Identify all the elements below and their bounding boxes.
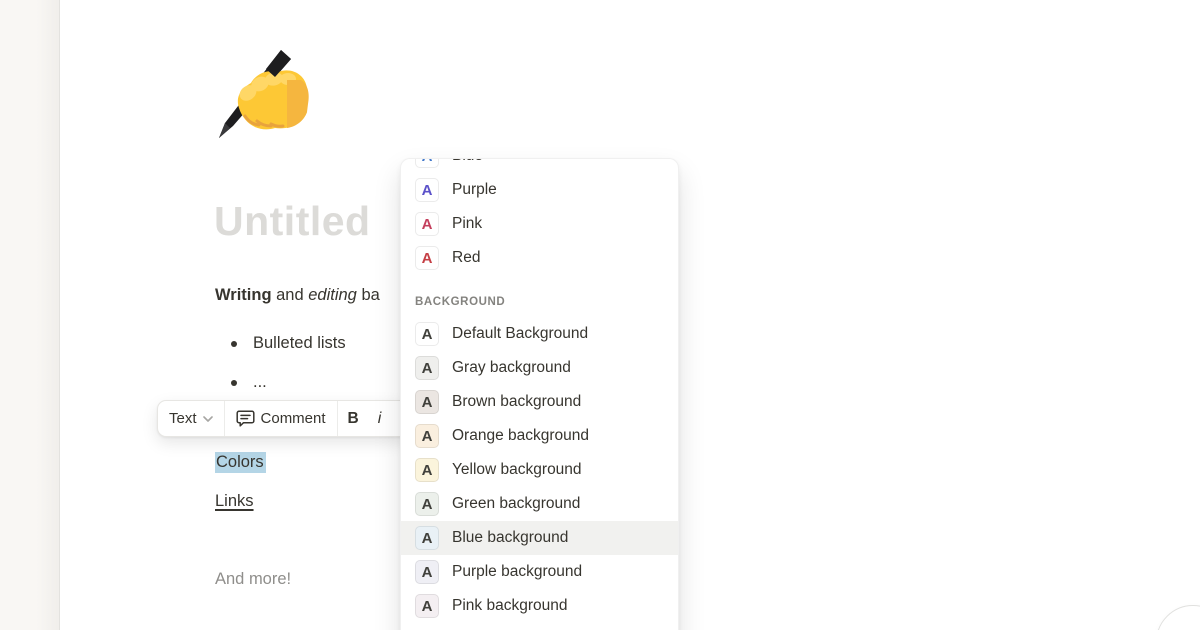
dropdown-item-label: Blue background (452, 529, 568, 547)
dropdown-item-label: Orange background (452, 427, 589, 445)
dropdown-item[interactable]: A Green background (401, 487, 678, 521)
page-title-placeholder[interactable]: Untitled (214, 198, 371, 245)
help-button[interactable] (1156, 605, 1200, 630)
links-text-line: Links (215, 492, 254, 511)
color-chip-icon: A (415, 178, 439, 202)
list-item-label: Bulleted lists (253, 334, 346, 353)
dropdown-item-label: Red (452, 249, 480, 267)
list-item-label: ... (253, 373, 267, 392)
background-section-header: BACKGROUND (415, 296, 664, 308)
dropdown-item[interactable]: A Gray background (401, 351, 678, 385)
text-button-label: Text (169, 410, 197, 427)
dropdown-item[interactable]: A Brown background (401, 385, 678, 419)
bullet-dot-icon (231, 341, 237, 347)
color-chip-icon: A (415, 492, 439, 516)
comment-bubble-icon (236, 409, 255, 428)
turn-into-text-button[interactable]: Text (158, 401, 224, 436)
dropdown-item-label: Green background (452, 495, 580, 513)
color-chip-icon: A (415, 390, 439, 414)
dropdown-item[interactable]: A Purple (401, 173, 678, 207)
plain-word-clipped: ba (357, 286, 380, 304)
chevron-down-icon (203, 416, 213, 422)
page-icon-writing-hand-emoji[interactable] (211, 46, 315, 144)
selected-text-highlight: Colors (215, 452, 266, 473)
color-chip-icon: A (415, 424, 439, 448)
background-color-list: A Default Background A Gray background A… (401, 317, 678, 623)
color-menu-dropdown: A Blue A Purple A Pink A Red BACKGROUND … (400, 158, 679, 630)
color-chip-icon: A (415, 246, 439, 270)
dropdown-item[interactable]: A Blue (401, 158, 678, 173)
sidebar[interactable] (0, 0, 60, 630)
dropdown-item-label: Gray background (452, 359, 571, 377)
format-toolbar: Text Comment B i (157, 400, 409, 437)
dropdown-item-label: Blue (452, 158, 483, 165)
dropdown-item[interactable]: A Orange background (401, 419, 678, 453)
italic-word: editing (308, 286, 357, 304)
list-item[interactable]: ... (215, 363, 346, 402)
comment-button[interactable]: Comment (225, 401, 337, 436)
and-more-text[interactable]: And more! (215, 570, 291, 589)
dropdown-item[interactable]: A Pink (401, 207, 678, 241)
dropdown-item-label: Purple background (452, 563, 582, 581)
writing-hand-icon (211, 46, 315, 144)
dropdown-item[interactable]: A Blue background (401, 521, 678, 555)
color-chip-icon: A (415, 212, 439, 236)
dropdown-item[interactable]: A Purple background (401, 555, 678, 589)
color-chip-icon: A (415, 458, 439, 482)
dropdown-item-label: Default Background (452, 325, 588, 343)
list-item[interactable]: Bulleted lists (215, 324, 346, 363)
dropdown-item-label: Brown background (452, 393, 581, 411)
dropdown-item-label: Yellow background (452, 461, 582, 479)
plain-word: and (272, 286, 309, 304)
dropdown-item-label: Pink background (452, 597, 567, 615)
color-chip-icon: A (415, 526, 439, 550)
bold-word: Writing (215, 286, 272, 304)
dropdown-item[interactable]: A Pink background (401, 589, 678, 623)
dropdown-item[interactable]: A Yellow background (401, 453, 678, 487)
color-chip-icon: A (415, 560, 439, 584)
color-chip-icon: A (415, 594, 439, 618)
color-chip-icon: A (415, 356, 439, 380)
text-color-list: A Blue A Purple A Pink A Red (401, 158, 678, 275)
dropdown-item[interactable]: A Red (401, 241, 678, 275)
color-chip-icon: A (415, 158, 439, 168)
notion-app-window: Untitled Writing and editing ba Bulleted… (0, 0, 1200, 630)
comment-button-label: Comment (261, 410, 326, 427)
dropdown-item[interactable]: A Default Background (401, 317, 678, 351)
color-chip-icon: A (415, 322, 439, 346)
bold-button[interactable]: B (338, 401, 369, 436)
bulleted-list: Bulleted lists ... (215, 324, 346, 402)
colors-text-line[interactable]: Colors (215, 453, 266, 472)
dropdown-item-label: Pink (452, 215, 482, 233)
links-link[interactable]: Links (215, 492, 254, 510)
bullet-dot-icon (231, 380, 237, 386)
italic-button[interactable]: i (369, 401, 391, 436)
intro-paragraph[interactable]: Writing and editing ba (215, 286, 380, 305)
dropdown-item-label: Purple (452, 181, 497, 199)
